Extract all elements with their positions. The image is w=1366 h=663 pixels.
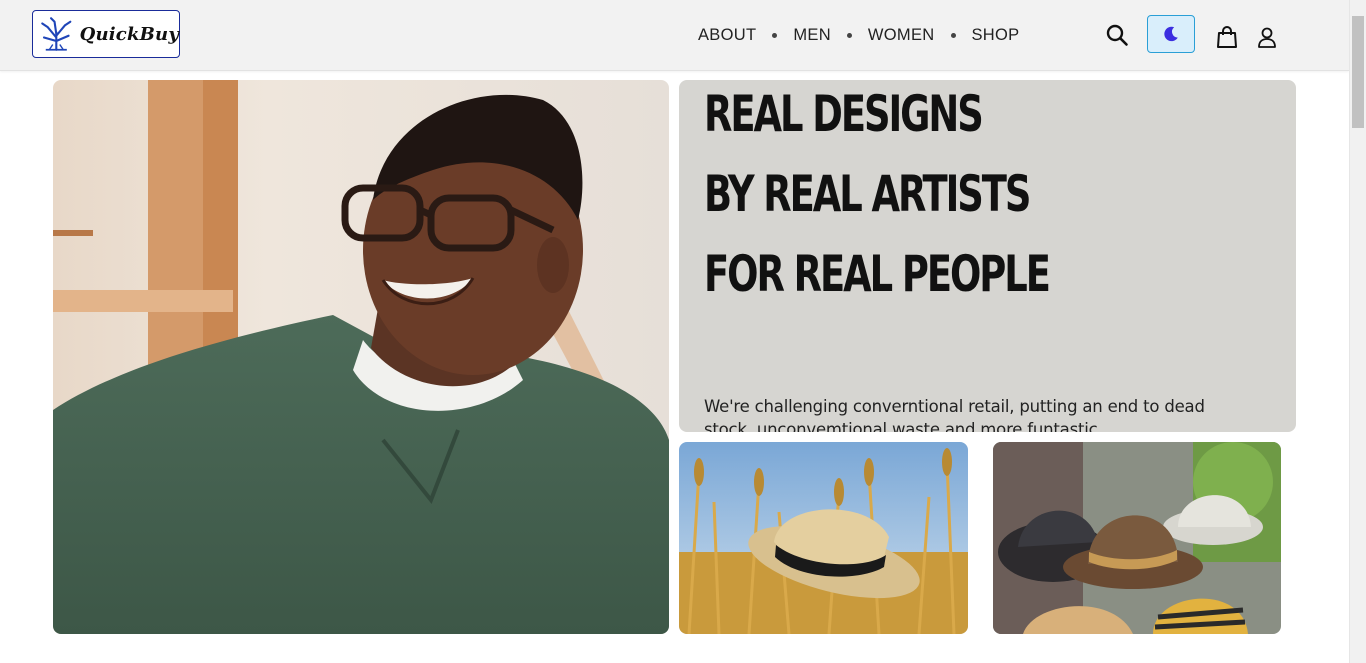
nav-about[interactable]: ABOUT — [698, 26, 756, 45]
search-button[interactable] — [1104, 22, 1130, 48]
product-image-straw-hat[interactable] — [679, 442, 968, 634]
site-header: QuickBuy ABOUT MEN WOMEN SHOP — [0, 0, 1349, 71]
promo-banner: REAL DESIGNS BY REAL ARTISTS FOR REAL PE… — [679, 80, 1296, 432]
dark-mode-toggle[interactable] — [1147, 15, 1195, 53]
hero-model-image[interactable] — [53, 80, 669, 634]
felt-hats-photo — [993, 442, 1281, 634]
page-scrollbar[interactable] — [1349, 0, 1366, 663]
brand-logo[interactable]: QuickBuy — [32, 10, 180, 58]
straw-hat-photo — [679, 442, 968, 634]
man-portrait-illustration — [53, 80, 669, 634]
user-icon — [1258, 27, 1276, 48]
search-icon — [1106, 24, 1128, 46]
account-button[interactable] — [1256, 24, 1278, 50]
promo-headline-line-2: BY REAL ARTISTS — [704, 165, 1031, 223]
moon-icon — [1164, 26, 1178, 42]
main-nav: ABOUT MEN WOMEN SHOP — [698, 24, 1019, 46]
nav-separator-dot — [950, 32, 956, 38]
shopping-bag-icon — [1217, 26, 1237, 48]
nav-shop[interactable]: SHOP — [972, 26, 1020, 45]
scrollbar-thumb[interactable] — [1352, 16, 1364, 128]
nav-women[interactable]: WOMEN — [868, 26, 935, 45]
nav-separator-dot — [846, 32, 852, 38]
logo-text: QuickBuy — [79, 23, 179, 45]
promo-headline-line-1: REAL DESIGNS — [704, 85, 984, 143]
product-image-felt-hats[interactable] — [993, 442, 1281, 634]
promo-headline-line-3: FOR REAL PEOPLE — [704, 245, 1051, 303]
nav-separator-dot — [772, 32, 778, 38]
tree-logo-icon — [37, 16, 76, 52]
cart-button[interactable] — [1215, 24, 1239, 50]
nav-men[interactable]: MEN — [793, 26, 831, 45]
promo-subtitle: We're challenging converntional retail, … — [704, 396, 1205, 433]
